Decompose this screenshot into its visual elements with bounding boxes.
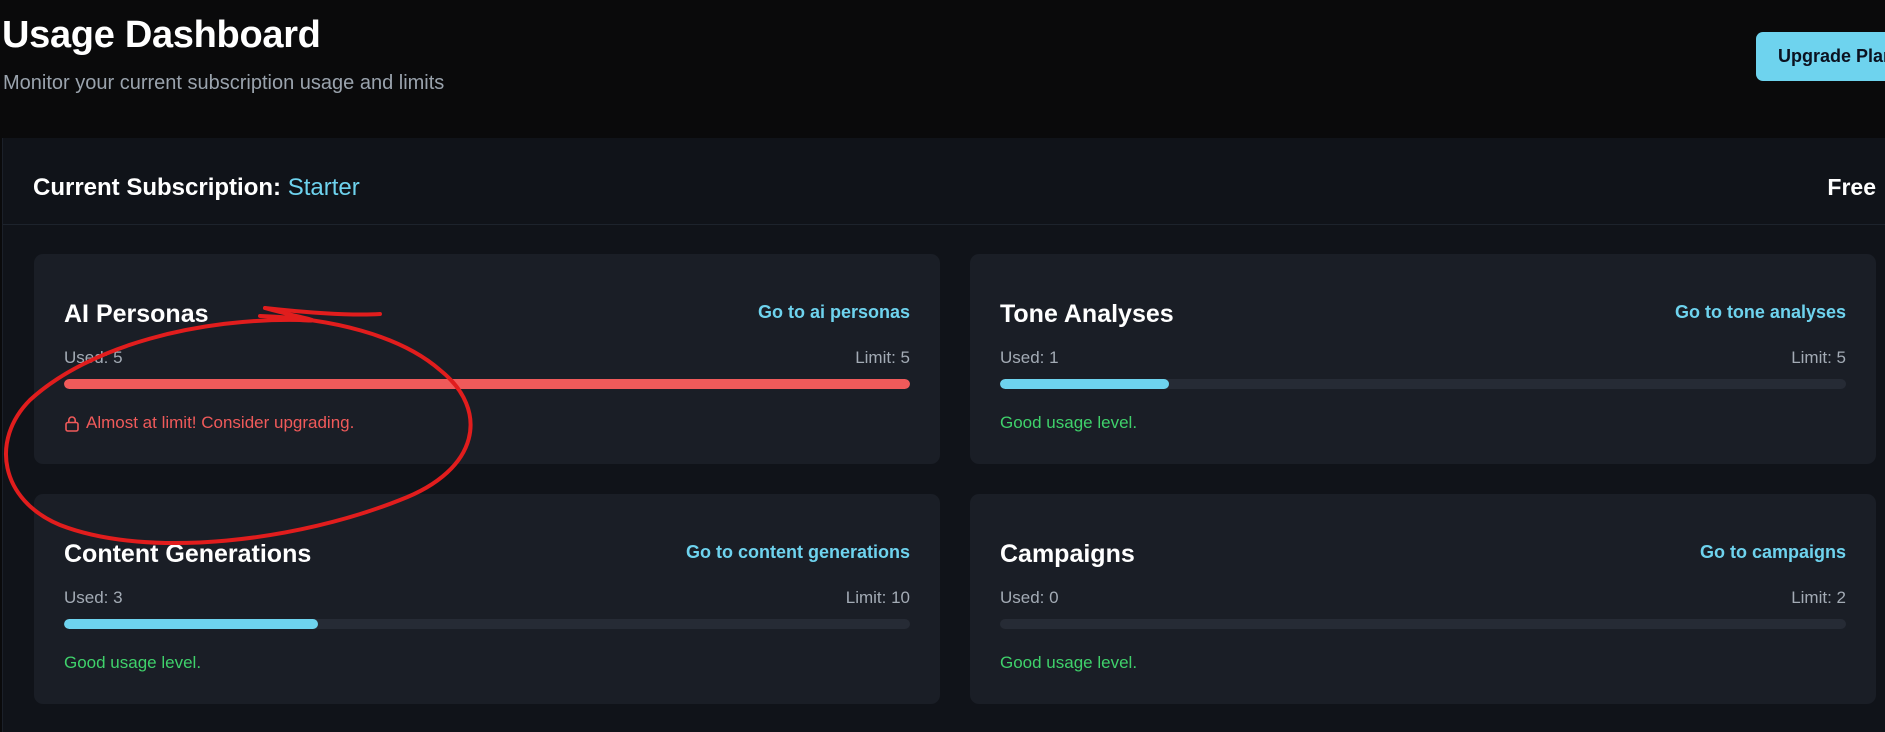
subscription-label-text: Current Subscription: [33,174,282,201]
usage-card-content-generations: Content Generations Go to content genera… [34,494,940,704]
page-header: Usage Dashboard Monitor your current sub… [2,0,1885,138]
usage-card-tone-analyses: Tone Analyses Go to tone analyses Used: … [970,254,1876,464]
usage-progress-fill [1000,379,1170,389]
limit-count: Limit: 5 [855,348,910,367]
usage-panel: Current Subscription: Starter Free AI Pe… [2,138,1885,732]
usage-progress-track [1000,379,1846,389]
usage-progress-fill [64,619,318,629]
go-to-tone-analyses-link[interactable]: Go to tone analyses [1675,302,1846,323]
go-to-content-generations-link[interactable]: Go to content generations [686,542,910,563]
used-count: Used: 0 [1000,588,1059,607]
used-count: Used: 1 [1000,348,1059,367]
limit-count: Limit: 5 [1791,348,1846,367]
go-to-ai-personas-link[interactable]: Go to ai personas [758,302,910,323]
usage-dashboard-page: Usage Dashboard Monitor your current sub… [0,0,1885,732]
status-text: Good usage level. [1000,653,1138,672]
status-text: Good usage level. [1000,413,1138,432]
subscription-label: Current Subscription: Starter [33,174,360,202]
subscription-row: Current Subscription: Starter Free [3,138,1885,225]
usage-card-campaigns: Campaigns Go to campaigns Used: 0 Limit:… [970,494,1876,704]
status-text: Good usage level. [64,653,202,672]
page-title: Usage Dashboard [2,14,321,56]
used-count: Used: 5 [64,348,123,367]
status-message: Good usage level. [1000,653,1137,673]
subscription-price: Free [1827,174,1876,200]
status-message: Almost at limit! Consider upgrading. [64,413,354,433]
card-title: Campaigns [1000,540,1135,568]
usage-card-ai-personas: AI Personas Go to ai personas Used: 5 Li… [34,254,940,464]
used-count: Used: 3 [64,588,123,607]
card-title: Tone Analyses [1000,300,1174,328]
card-title: AI Personas [64,300,209,328]
usage-progress-track [1000,619,1846,629]
limit-count: Limit: 10 [845,588,910,607]
lock-icon [64,415,80,432]
usage-progress-track [64,619,910,629]
status-text: Almost at limit! Consider upgrading. [86,413,355,432]
usage-progress-track [64,379,910,389]
status-message: Good usage level. [1000,413,1137,433]
status-message: Good usage level. [64,653,201,673]
go-to-campaigns-link[interactable]: Go to campaigns [1700,542,1846,563]
card-title: Content Generations [64,540,312,568]
page-subtitle: Monitor your current subscription usage … [3,72,445,94]
usage-progress-fill [64,379,910,389]
upgrade-plan-button[interactable]: Upgrade Plan [1756,32,1885,81]
limit-count: Limit: 2 [1791,588,1846,607]
subscription-plan-name: Starter [287,174,360,201]
